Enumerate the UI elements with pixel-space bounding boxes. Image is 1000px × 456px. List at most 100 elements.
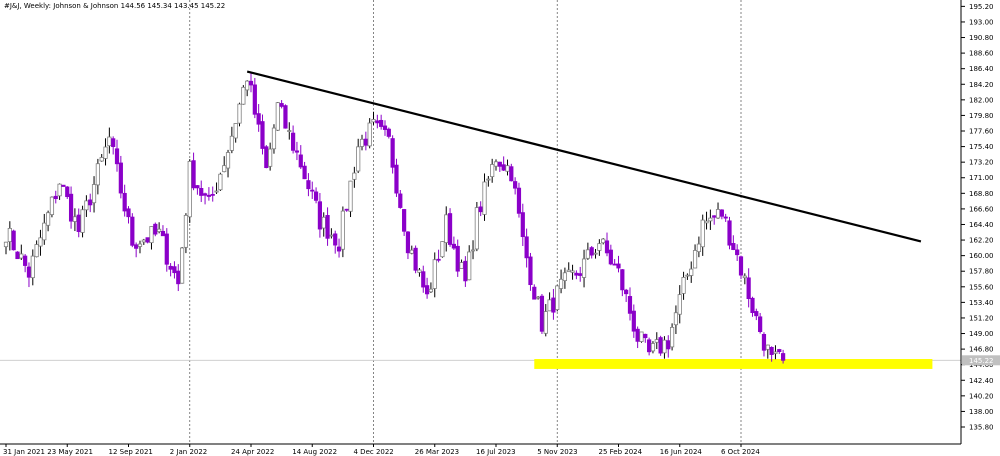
candle-body — [769, 346, 774, 355]
candle-body — [65, 186, 70, 198]
candle-body — [666, 340, 671, 350]
candle-body — [712, 215, 717, 218]
y-tick-label: 175.40 — [969, 143, 994, 151]
candle-body — [735, 249, 740, 256]
candle-body — [708, 217, 713, 222]
candle-body — [386, 128, 391, 137]
candle-body — [463, 260, 468, 282]
candlestick-chart: 195.20 193.00 190.80 188.60 186.40 184.20 182.… — [0, 0, 1000, 456]
x-tick-label: 16 Jun 2024 — [660, 448, 703, 456]
candle-body — [34, 244, 39, 258]
candle-body — [643, 333, 648, 339]
candle-body — [23, 255, 28, 266]
candle-body — [3, 241, 9, 248]
candle-body — [497, 161, 502, 167]
candle-body — [761, 333, 767, 351]
candle-body — [88, 199, 93, 206]
candle-body — [738, 256, 744, 276]
candle-body — [19, 253, 24, 259]
candle-body — [15, 251, 20, 260]
candle-body — [758, 316, 763, 332]
candle-body — [470, 249, 476, 252]
candle-body — [432, 259, 437, 289]
candle-body — [532, 286, 537, 300]
candle-body — [317, 201, 323, 230]
candle-body — [742, 275, 747, 279]
y-tick-label: 162.20 — [969, 237, 994, 245]
candle-body — [455, 245, 460, 272]
y-tick-label: 171.00 — [969, 174, 994, 182]
candle-body — [30, 255, 35, 279]
y-tick-label: 155.60 — [969, 283, 994, 291]
candle-body — [191, 160, 196, 189]
candle-body — [367, 122, 372, 147]
candle-body — [447, 213, 453, 245]
candle-body — [459, 262, 464, 269]
candle-body — [704, 220, 709, 224]
candle-body — [340, 210, 345, 250]
candle-body — [513, 181, 518, 189]
candle-body — [731, 243, 736, 250]
candle-body — [624, 289, 629, 295]
y-tick-label: 149.00 — [969, 330, 994, 338]
y-tick-label: 138.00 — [969, 408, 994, 416]
candle-body — [336, 246, 342, 252]
candle-body — [750, 297, 755, 314]
y-tick-label: 153.40 — [969, 299, 994, 307]
candle-body — [283, 105, 288, 129]
candle-body — [421, 271, 426, 288]
candle-body — [505, 165, 510, 172]
candle-body — [306, 180, 311, 190]
candle-body — [333, 233, 338, 246]
candle-body — [118, 162, 123, 194]
chart-area[interactable]: #J&J, Weekly: Johnson & Johnson 144.56 1… — [0, 0, 1000, 456]
y-tick-label: 177.60 — [969, 128, 994, 136]
y-tick-label: 160.00 — [969, 252, 994, 260]
candle-body — [176, 270, 181, 285]
candle-body — [126, 208, 131, 218]
y-tick-label: 179.80 — [969, 112, 994, 120]
x-tick-label: 5 Nov 2023 — [537, 448, 577, 456]
candle-body — [84, 200, 89, 211]
candle-body — [11, 230, 16, 251]
candle-body — [685, 274, 690, 277]
candle-body — [413, 247, 418, 271]
candle-body — [696, 243, 701, 253]
candle-body — [543, 311, 548, 334]
candle-body — [539, 295, 545, 332]
candle-body — [103, 146, 108, 159]
candle-body — [53, 195, 58, 200]
candle-body — [168, 265, 173, 270]
candle-body — [68, 193, 74, 222]
candle-body — [620, 269, 625, 291]
candle-body — [371, 119, 376, 123]
candle-body — [241, 86, 246, 105]
candle-body — [172, 266, 177, 274]
y-tick-label: 182.00 — [969, 96, 994, 104]
y-tick-label: 195.20 — [969, 3, 994, 11]
candle-body — [604, 240, 610, 254]
candle-body — [612, 263, 617, 266]
candle-body — [746, 277, 751, 300]
candle-body — [7, 227, 12, 243]
candle-body — [49, 196, 55, 215]
candle-body — [375, 120, 380, 124]
y-tick-label: 166.60 — [969, 205, 994, 213]
candle-body — [363, 138, 368, 146]
candle-body — [474, 207, 479, 250]
candle-body — [398, 193, 403, 208]
candle-body — [160, 230, 166, 237]
candle-body — [356, 146, 361, 172]
candle-body — [520, 212, 525, 238]
x-tick-label: 23 May 2021 — [47, 448, 93, 456]
support-zone — [534, 359, 933, 369]
candle-body — [486, 178, 491, 181]
candle-body — [777, 349, 782, 353]
candle-body — [677, 294, 682, 315]
candle-body — [444, 214, 449, 243]
candle-body — [42, 222, 47, 241]
candle-body — [700, 219, 705, 248]
candle-body — [179, 247, 185, 284]
y-tick-label: 190.80 — [969, 34, 994, 42]
candle-body — [199, 188, 204, 196]
